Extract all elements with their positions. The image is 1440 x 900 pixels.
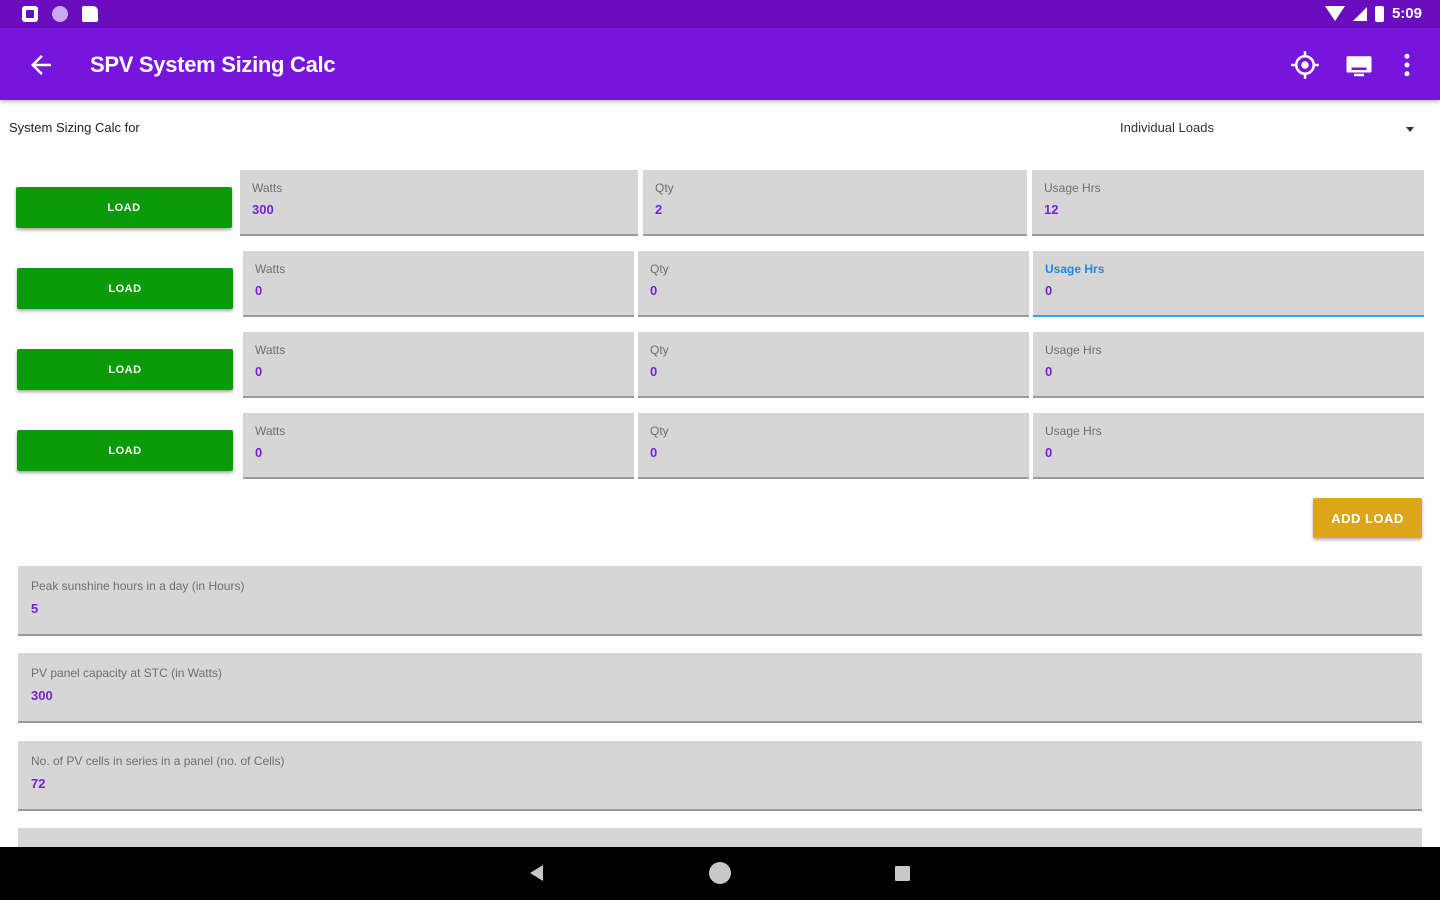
field-label: No. of PV cells in series in a panel (no… xyxy=(31,754,285,768)
status-time: 5:09 xyxy=(1391,5,1422,22)
watts-field[interactable]: Watts 0 xyxy=(243,332,634,398)
qty-field[interactable]: Qty 0 xyxy=(638,413,1029,479)
battery-icon xyxy=(1374,5,1384,22)
usage-hours-field[interactable]: Usage Hrs 12 xyxy=(1032,170,1424,236)
peak-sunshine-hours-field[interactable]: Peak sunshine hours in a day (in Hours) … xyxy=(18,566,1422,636)
usage-hours-field[interactable]: Usage Hrs 0 xyxy=(1033,413,1424,479)
usage-hours-field[interactable]: Usage Hrs 0 xyxy=(1033,332,1424,398)
field-label: Usage Hrs xyxy=(1045,424,1102,438)
nav-recents-icon[interactable] xyxy=(895,866,910,881)
locate-icon[interactable] xyxy=(1290,50,1320,80)
load-button[interactable]: LOAD xyxy=(17,430,233,471)
qty-field[interactable]: Qty 0 xyxy=(638,332,1029,398)
field-value: 72 xyxy=(31,776,46,791)
dropdown-caret-icon xyxy=(1406,127,1414,132)
field-value: 12 xyxy=(1044,202,1059,217)
field-value: 0 xyxy=(650,364,658,379)
calc-mode-select[interactable]: Individual Loads xyxy=(1120,120,1420,142)
pv-cells-series-field[interactable]: No. of PV cells in series in a panel (no… xyxy=(18,741,1422,811)
field-value: 0 xyxy=(1045,283,1053,298)
field-label: Qty xyxy=(650,262,669,276)
load-button[interactable]: LOAD xyxy=(17,349,233,390)
field-label: Watts xyxy=(255,262,286,276)
field-value: 0 xyxy=(650,445,658,460)
load-button[interactable]: LOAD xyxy=(17,268,233,309)
watts-field[interactable]: Watts 300 xyxy=(240,170,638,236)
sync-icon xyxy=(52,6,68,22)
field-value: 0 xyxy=(255,364,263,379)
cast-screen-icon[interactable] xyxy=(1344,50,1374,80)
field-value: 0 xyxy=(1045,364,1053,379)
nav-home-icon[interactable] xyxy=(709,862,731,884)
load-button[interactable]: LOAD xyxy=(16,187,232,228)
system-nav-bar xyxy=(0,847,1440,900)
field-label: Qty xyxy=(650,424,669,438)
field-value: 0 xyxy=(255,445,263,460)
field-label: Usage Hrs xyxy=(1045,343,1102,357)
field-value: 5 xyxy=(31,601,39,616)
next-field-partial[interactable] xyxy=(18,828,1422,847)
watts-field[interactable]: Watts 0 xyxy=(243,413,634,479)
watts-field[interactable]: Watts 0 xyxy=(243,251,634,317)
more-options-icon[interactable] xyxy=(1392,50,1422,80)
calc-mode-value: Individual Loads xyxy=(1120,120,1214,135)
nav-back-icon[interactable] xyxy=(530,865,543,881)
field-label: Qty xyxy=(650,343,669,357)
signal-icon xyxy=(1352,6,1367,21)
qty-field[interactable]: Qty 2 xyxy=(643,170,1027,236)
qty-field[interactable]: Qty 0 xyxy=(638,251,1029,317)
field-value: 2 xyxy=(655,202,663,217)
field-label: Watts xyxy=(255,343,286,357)
add-load-button[interactable]: ADD LOAD xyxy=(1313,498,1422,538)
pv-panel-capacity-field[interactable]: PV panel capacity at STC (in Watts) 300 xyxy=(18,653,1422,723)
field-value: 0 xyxy=(650,283,658,298)
field-label: Watts xyxy=(255,424,286,438)
field-label: Qty xyxy=(655,181,674,195)
sd-card-icon xyxy=(82,6,98,22)
back-arrow-icon[interactable] xyxy=(26,50,56,80)
wifi-icon xyxy=(1324,6,1345,21)
usage-hours-field[interactable]: Usage Hrs 0 xyxy=(1033,251,1424,317)
notification-icon xyxy=(22,6,38,22)
status-bar: 5:09 xyxy=(0,0,1440,28)
field-value: 0 xyxy=(1045,445,1053,460)
field-value: 0 xyxy=(255,283,263,298)
field-label: Watts xyxy=(252,181,283,195)
field-value: 300 xyxy=(252,202,274,217)
calc-for-label: System Sizing Calc for xyxy=(9,120,140,135)
field-label: Usage Hrs xyxy=(1045,262,1105,276)
app-title: SPV System Sizing Calc xyxy=(90,52,336,77)
app-bar: SPV System Sizing Calc xyxy=(0,28,1440,100)
field-label: Peak sunshine hours in a day (in Hours) xyxy=(31,579,245,593)
field-label: PV panel capacity at STC (in Watts) xyxy=(31,666,222,680)
field-value: 300 xyxy=(31,688,53,703)
field-label: Usage Hrs xyxy=(1044,181,1101,195)
